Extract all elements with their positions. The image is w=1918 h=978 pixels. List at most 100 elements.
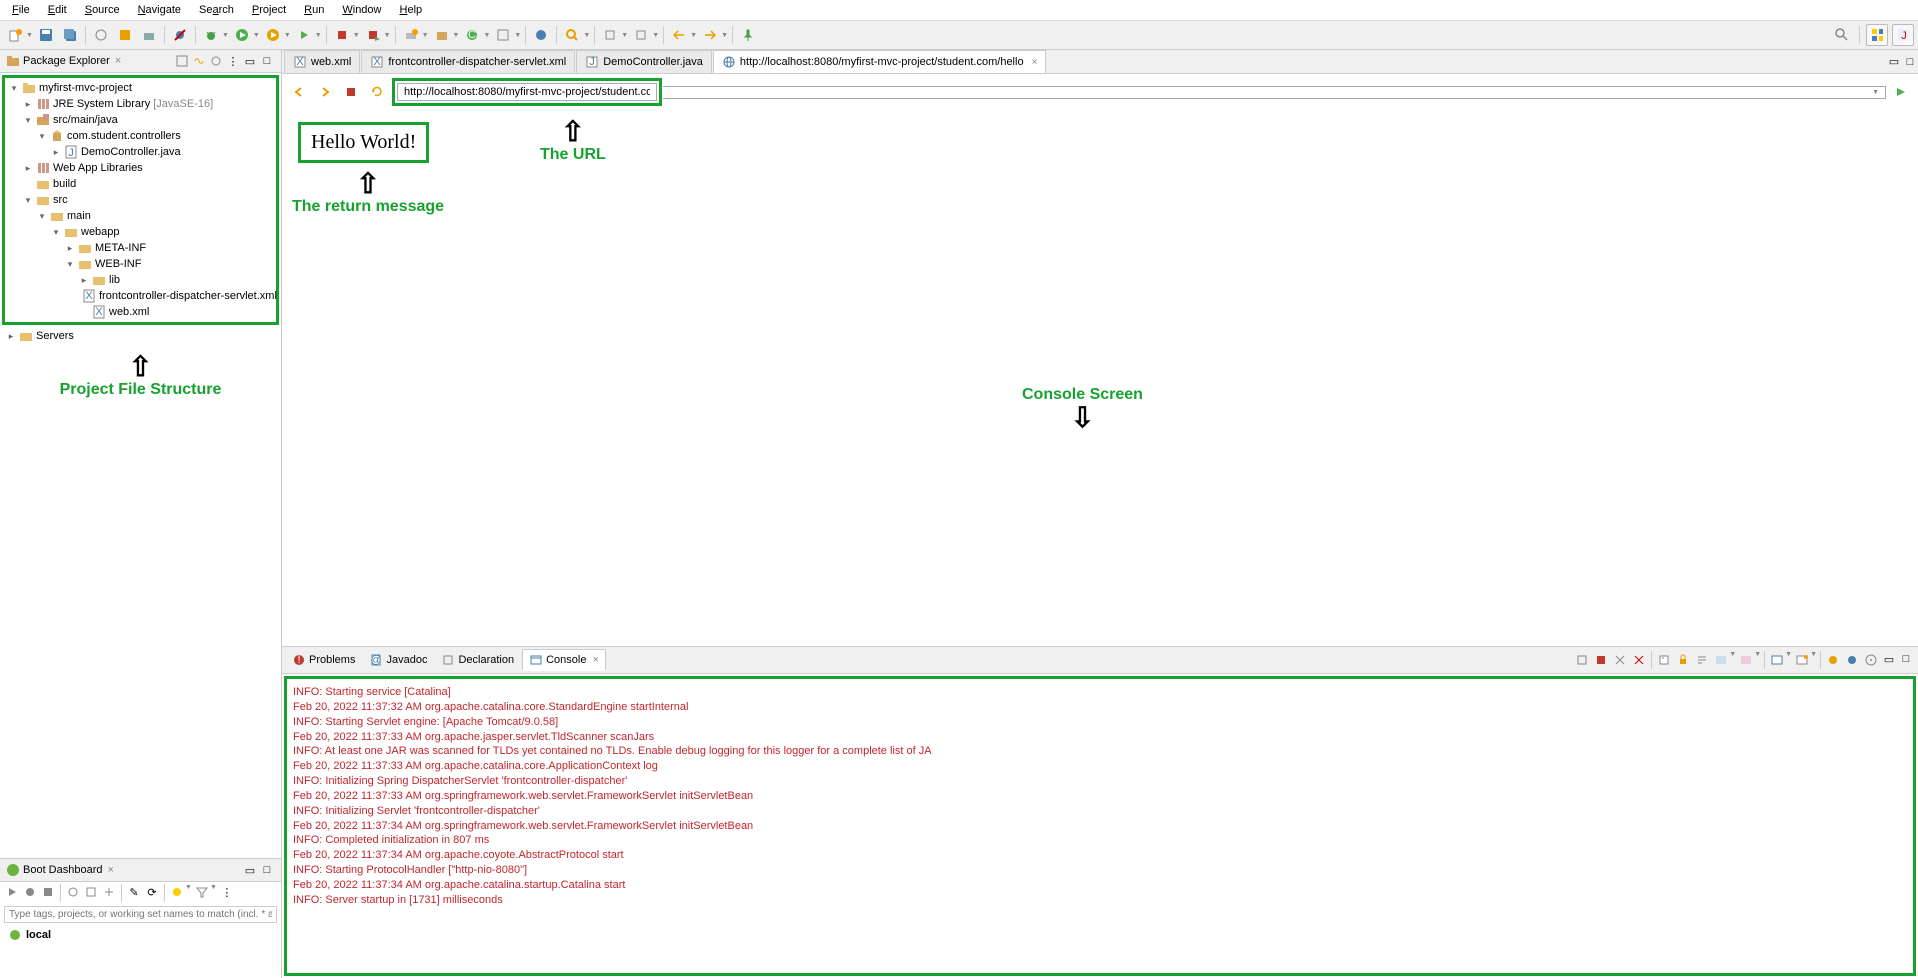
run-last-button[interactable]	[293, 24, 315, 46]
tab-servlet-xml[interactable]: Xfrontcontroller-dispatcher-servlet.xml	[361, 50, 575, 73]
focus-button[interactable]	[208, 53, 224, 69]
tb-btn-13[interactable]	[630, 24, 652, 46]
boot-tb-6[interactable]	[101, 884, 117, 900]
boot-filter-button[interactable]	[194, 884, 210, 900]
browser-go-button[interactable]	[1890, 81, 1912, 103]
console-max-button[interactable]: □	[1898, 651, 1914, 667]
url-input[interactable]	[397, 83, 657, 101]
tree-lib[interactable]: ▸lib	[9, 272, 272, 288]
tree-servers[interactable]: ▸Servers	[0, 327, 281, 345]
save-button[interactable]	[35, 24, 57, 46]
new-server-button[interactable]	[400, 24, 422, 46]
tab-demo-controller[interactable]: JDemoController.java	[576, 50, 712, 73]
editor-min-button[interactable]: ▭	[1886, 54, 1902, 70]
console-terminate-button[interactable]	[1592, 651, 1610, 669]
search-button[interactable]	[561, 24, 583, 46]
tree-web-xml[interactable]: Xweb.xml	[9, 304, 272, 320]
coverage-button[interactable]	[262, 24, 284, 46]
editor-max-button[interactable]: □	[1902, 54, 1918, 70]
tree-main[interactable]: ▾main	[9, 208, 272, 224]
menu-run[interactable]: Run	[296, 2, 332, 18]
tab-problems[interactable]: !Problems	[286, 649, 361, 671]
console-show-button[interactable]	[1712, 651, 1730, 669]
menu-file[interactable]: File	[4, 2, 38, 18]
console-remove-button[interactable]	[1611, 651, 1629, 669]
tree-package[interactable]: ▾com.student.controllers	[9, 128, 272, 144]
menu-navigate[interactable]: Navigate	[130, 2, 189, 18]
run-button[interactable]	[231, 24, 253, 46]
console-output[interactable]: INFO: Starting service [Catalina]Feb 20,…	[284, 676, 1916, 976]
tree-servlet-xml[interactable]: Xfrontcontroller-dispatcher-servlet.xml	[9, 288, 272, 304]
menu-help[interactable]: Help	[392, 2, 431, 18]
stop-server-button[interactable]	[331, 24, 353, 46]
console-tb-x3[interactable]	[1862, 651, 1880, 669]
menu-search[interactable]: Search	[191, 2, 242, 18]
tree-src-main-java[interactable]: ▾src/main/java	[9, 112, 272, 128]
collapse-all-button[interactable]	[174, 53, 190, 69]
quick-access-button[interactable]	[1831, 24, 1853, 46]
menu-source[interactable]: Source	[77, 2, 128, 18]
tab-javadoc[interactable]: @Javadoc	[363, 649, 433, 671]
boot-tb-3[interactable]	[40, 884, 56, 900]
save-all-button[interactable]	[59, 24, 81, 46]
tree-meta-inf[interactable]: ▸META-INF	[9, 240, 272, 256]
minimize-button[interactable]: ▭	[242, 53, 258, 69]
menu-edit[interactable]: Edit	[40, 2, 75, 18]
relaunch-button[interactable]	[362, 24, 384, 46]
skip-breakpoints-button[interactable]	[169, 24, 191, 46]
maximize-button[interactable]: □	[259, 53, 275, 69]
boot-tb-8[interactable]: ⟳	[144, 884, 160, 900]
tree-webapp[interactable]: ▾webapp	[9, 224, 272, 240]
browser-refresh-button[interactable]	[366, 81, 388, 103]
tb-btn-15[interactable]	[699, 24, 721, 46]
open-perspective-button[interactable]	[1866, 24, 1888, 46]
tb-btn-1[interactable]	[90, 24, 112, 46]
close-icon[interactable]: ×	[1032, 57, 1038, 68]
console-new-button[interactable]	[1793, 651, 1811, 669]
boot-local-item[interactable]: local	[0, 925, 281, 945]
console-tb-x1[interactable]	[1824, 651, 1842, 669]
debug-button[interactable]	[200, 24, 222, 46]
console-scroll-lock-button[interactable]	[1674, 651, 1692, 669]
tree-webapp-libs[interactable]: ▸Web App Libraries	[9, 160, 272, 176]
boot-tb-4[interactable]	[65, 884, 81, 900]
menu-project[interactable]: Project	[244, 2, 294, 18]
tb-btn-2[interactable]	[114, 24, 136, 46]
console-tb-1[interactable]	[1573, 651, 1591, 669]
tb-btn-14[interactable]	[668, 24, 690, 46]
boot-tb-11[interactable]: ⋮	[219, 884, 235, 900]
console-min-button[interactable]: ▭	[1881, 651, 1897, 667]
console-clear-button[interactable]	[1655, 651, 1673, 669]
tab-web-xml[interactable]: Xweb.xml	[284, 50, 360, 73]
tree-src[interactable]: ▾src	[9, 192, 272, 208]
link-editor-button[interactable]	[191, 53, 207, 69]
tab-browser[interactable]: http://localhost:8080/myfirst-mvc-projec…	[713, 50, 1047, 73]
tree-build[interactable]: build	[9, 176, 272, 192]
console-open-button[interactable]	[1768, 651, 1786, 669]
boot-tb-5[interactable]	[83, 884, 99, 900]
tree-project[interactable]: ▾myfirst-mvc-project	[9, 80, 272, 96]
boot-min-button[interactable]: ▭	[242, 862, 258, 878]
console-wrap-button[interactable]	[1693, 651, 1711, 669]
new-package-button[interactable]	[431, 24, 453, 46]
tab-console[interactable]: Console×	[522, 649, 606, 671]
tb-btn-10[interactable]	[492, 24, 514, 46]
boot-filter-input[interactable]	[4, 906, 277, 923]
boot-tb-9[interactable]	[169, 884, 185, 900]
browser-forward-button[interactable]	[314, 81, 336, 103]
boot-tb-7[interactable]: ✎	[126, 884, 142, 900]
java-perspective-button[interactable]: J	[1892, 24, 1914, 46]
tree-demo-controller[interactable]: ▸JDemoController.java	[9, 144, 272, 160]
tree-web-inf[interactable]: ▾WEB-INF	[9, 256, 272, 272]
boot-tb-2[interactable]	[22, 884, 38, 900]
menu-window[interactable]: Window	[334, 2, 389, 18]
new-button[interactable]	[4, 24, 26, 46]
boot-tb-1[interactable]	[4, 884, 20, 900]
browser-stop-button[interactable]	[340, 81, 362, 103]
console-remove-all-button[interactable]	[1630, 651, 1648, 669]
open-type-button[interactable]	[530, 24, 552, 46]
console-pin-button[interactable]	[1737, 651, 1755, 669]
boot-max-button[interactable]: □	[259, 862, 275, 878]
view-menu-button[interactable]: ⋮	[225, 53, 241, 69]
tab-declaration[interactable]: Declaration	[435, 649, 520, 671]
